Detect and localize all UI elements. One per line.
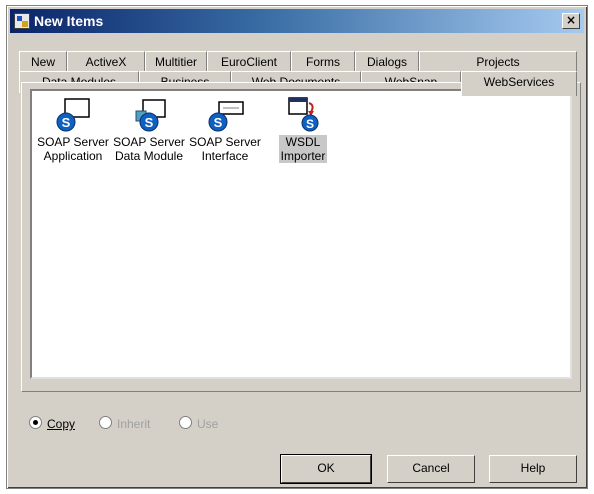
tab-euroclient[interactable]: EuroClient [207,51,291,73]
tab-activex[interactable]: ActiveX [67,51,145,73]
item-soap-server-application[interactable]: S SOAP Server Application [36,97,110,163]
wsdl-importer-icon: S [283,97,323,133]
tab-panel: S SOAP Server Application S SOAP Server … [21,82,581,392]
radio-dot [99,416,112,429]
items-list[interactable]: S SOAP Server Application S SOAP Server … [30,89,572,379]
title-bar[interactable]: New Items × [10,9,584,33]
item-label: WSDL Importer [278,135,328,163]
use-radio[interactable]: Use [179,416,218,431]
item-label: SOAP Server Interface [189,135,261,163]
tab-webservices[interactable]: WebServices [461,71,577,96]
item-label: SOAP Server Application [37,135,109,163]
ok-button[interactable]: OK [280,454,372,484]
tab-forms[interactable]: Forms [291,51,355,73]
tab-multitier[interactable]: Multitier [145,51,207,73]
inherit-radio-label: Inherit [117,417,151,431]
svg-text:S: S [306,117,314,131]
copy-radio-label: Copy [47,417,76,431]
window-title: New Items [34,13,104,29]
svg-text:S: S [62,115,71,130]
copy-radio[interactable]: Copy [29,416,75,431]
cancel-button[interactable]: Cancel [387,455,475,483]
tab-dialogs[interactable]: Dialogs [355,51,419,73]
radio-dot [29,416,42,429]
item-label: SOAP Server Data Module [113,135,185,163]
item-soap-server-data-module[interactable]: S SOAP Server Data Module [112,97,186,163]
radio-dot [179,416,192,429]
new-items-dialog: New Items × New ActiveX Multitier EuroCl… [6,5,588,489]
soap-server-interface-icon: S [205,97,245,133]
item-soap-server-interface[interactable]: S SOAP Server Interface [188,97,262,163]
app-icon [14,13,30,29]
svg-text:S: S [214,115,223,130]
tab-new[interactable]: New [19,51,67,73]
svg-text:S: S [145,115,154,130]
soap-server-application-icon: S [53,97,93,133]
use-radio-label: Use [197,417,219,431]
tab-projects[interactable]: Projects [419,51,577,73]
inherit-radio[interactable]: Inherit [99,416,150,431]
soap-server-data-module-icon: S [129,97,169,133]
help-button[interactable]: Help [489,455,577,483]
tab-row-1: New ActiveX Multitier EuroClient Forms D… [19,51,579,73]
item-wsdl-importer[interactable]: S WSDL Importer [266,97,340,165]
close-button[interactable]: × [562,13,580,29]
